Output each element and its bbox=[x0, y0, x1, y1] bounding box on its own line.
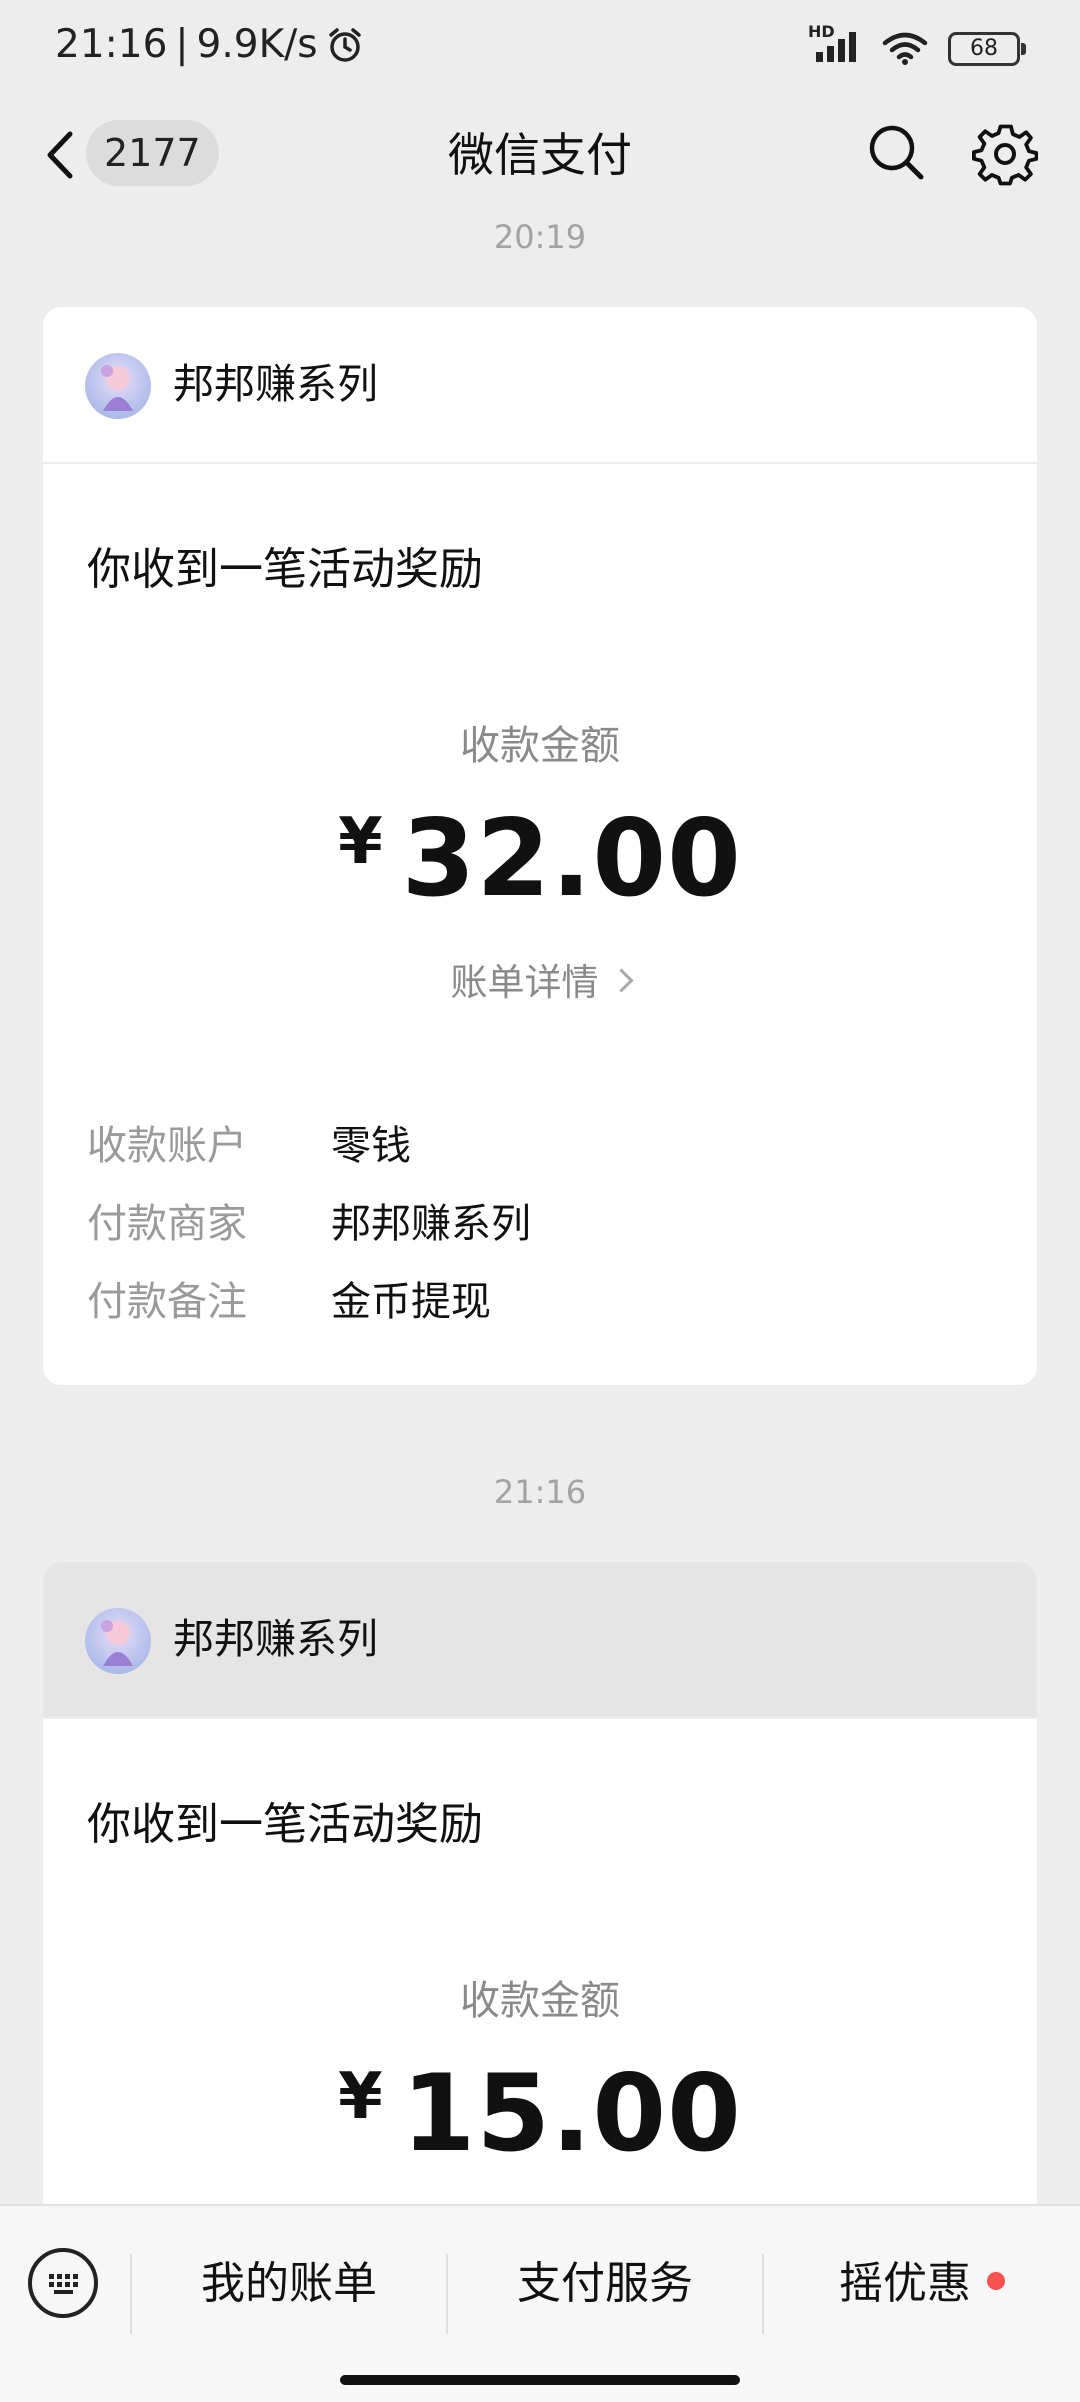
status-bar: 21:16 | 9.9K/s HD 68 bbox=[0, 0, 1080, 100]
message-timestamp: 21:16 bbox=[493, 1473, 587, 1511]
notice-title: 你收到一笔活动奖励 bbox=[87, 1799, 483, 1850]
bill-details-label: 账单详情 bbox=[450, 961, 599, 1004]
detail-row: 付款备注 金币提现 bbox=[87, 1269, 491, 1327]
amount-number: 15.00 bbox=[401, 2052, 742, 2175]
currency-symbol: ¥ bbox=[338, 2060, 384, 2134]
detail-key: 收款账户 bbox=[87, 1123, 247, 1169]
amount-value: ¥32.00 bbox=[43, 797, 1037, 920]
card-header[interactable]: 邦邦赚系列 bbox=[43, 1562, 1037, 1719]
amount-number: 32.00 bbox=[401, 797, 742, 920]
home-indicator[interactable] bbox=[340, 2375, 740, 2385]
network-speed: 9.9K/s bbox=[196, 22, 318, 67]
payment-notice-card[interactable]: 邦邦赚系列 你收到一笔活动奖励 收款金额 ¥15.00 bbox=[43, 1562, 1037, 2242]
status-right: HD 68 bbox=[808, 22, 1026, 68]
status-divider: | bbox=[175, 22, 189, 67]
bottom-menu-bar: 我的账单 支付服务 摇优惠 bbox=[0, 2204, 1080, 2402]
detail-row: 付款商家 邦邦赚系列 bbox=[87, 1191, 531, 1249]
cellular-signal-icon: HD bbox=[808, 22, 862, 68]
amount-value: ¥15.00 bbox=[43, 2052, 1037, 2175]
merchant-name: 邦邦赚系列 bbox=[173, 360, 378, 408]
detail-key: 付款备注 bbox=[87, 1279, 247, 1325]
chevron-right-icon bbox=[608, 968, 634, 993]
bill-details-link[interactable]: 账单详情 bbox=[43, 952, 1037, 1006]
back-arrow-icon[interactable] bbox=[40, 120, 80, 190]
menu-payment-services[interactable]: 支付服务 bbox=[448, 2206, 762, 2361]
detail-value: 零钱 bbox=[331, 1123, 411, 1169]
menu-my-bills[interactable]: 我的账单 bbox=[132, 2206, 446, 2361]
merchant-avatar bbox=[85, 1608, 151, 1674]
currency-symbol: ¥ bbox=[338, 805, 384, 879]
menu-shake-offers[interactable]: 摇优惠 bbox=[764, 2206, 1080, 2361]
nav-bar: 2177 微信支付 bbox=[0, 100, 1080, 210]
gear-icon[interactable] bbox=[972, 120, 1038, 186]
alarm-icon bbox=[328, 27, 361, 62]
status-left: 21:16 | 9.9K/s bbox=[55, 22, 364, 67]
hd-label: HD bbox=[808, 22, 835, 41]
detail-row: 收款账户 零钱 bbox=[87, 1113, 411, 1171]
unread-count-badge[interactable]: 2177 bbox=[86, 120, 219, 186]
keyboard-toggle-button[interactable] bbox=[28, 2248, 98, 2318]
detail-value: 邦邦赚系列 bbox=[331, 1201, 531, 1247]
notification-dot bbox=[987, 2272, 1005, 2290]
menu-shake-offers-label: 摇优惠 bbox=[839, 2258, 971, 2309]
message-timestamp: 20:19 bbox=[493, 218, 587, 256]
payment-notice-card[interactable]: 邦邦赚系列 你收到一笔活动奖励 收款金额 ¥32.00 账单详情 收款账户 零钱 … bbox=[43, 307, 1037, 1385]
amount-label: 收款金额 bbox=[460, 1978, 620, 2024]
keyboard-icon bbox=[49, 2274, 78, 2294]
card-header[interactable]: 邦邦赚系列 bbox=[43, 307, 1037, 464]
status-time: 21:16 bbox=[55, 22, 168, 67]
amount-label: 收款金额 bbox=[460, 723, 620, 769]
search-icon[interactable] bbox=[866, 122, 926, 182]
detail-value: 金币提现 bbox=[331, 1279, 491, 1325]
merchant-name: 邦邦赚系列 bbox=[173, 1615, 378, 1663]
notice-title: 你收到一笔活动奖励 bbox=[87, 544, 483, 595]
battery-indicator: 68 bbox=[948, 32, 1026, 66]
wifi-icon bbox=[882, 32, 928, 65]
detail-key: 付款商家 bbox=[87, 1201, 247, 1247]
merchant-avatar bbox=[85, 353, 151, 419]
